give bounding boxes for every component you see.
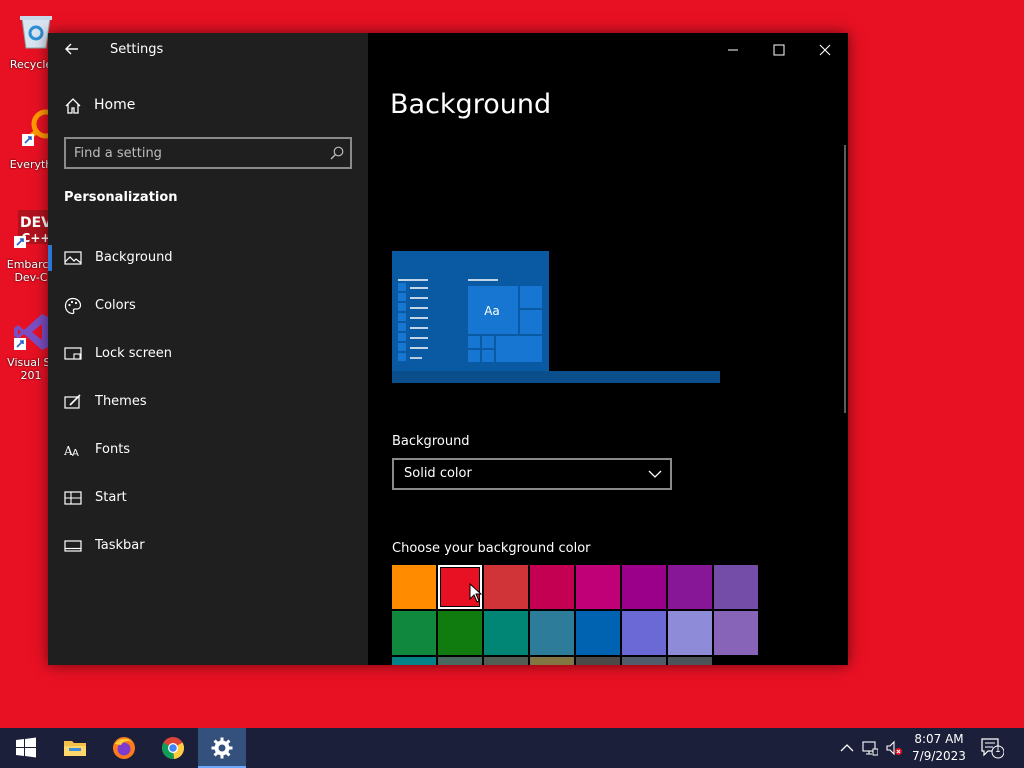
action-center-button[interactable]: 1 — [980, 737, 1004, 759]
close-icon — [819, 44, 831, 56]
sidebar-item-fonts[interactable]: A A Fonts — [48, 430, 368, 470]
page-title: Background — [390, 89, 552, 120]
search-input[interactable] — [74, 139, 314, 167]
color-swatch[interactable] — [622, 565, 666, 609]
sidebar-item-label: Themes — [95, 394, 147, 409]
clock[interactable]: 8:07 AM 7/9/2023 — [910, 731, 968, 765]
themes-icon — [64, 394, 81, 409]
settings-gear-icon — [211, 737, 233, 759]
palette-icon — [64, 297, 82, 315]
sidebar-item-label: Taskbar — [95, 538, 145, 553]
maximize-button[interactable] — [759, 39, 799, 61]
speaker-muted-icon[interactable] — [886, 740, 902, 756]
color-swatch[interactable] — [668, 611, 712, 655]
sidebar-item-label: Background — [95, 250, 173, 265]
sidebar-item-lock-screen[interactable]: Lock screen — [48, 334, 368, 374]
color-swatch[interactable] — [576, 611, 620, 655]
chrome-button[interactable] — [149, 728, 197, 768]
firefox-button[interactable] — [100, 728, 148, 768]
color-swatch[interactable] — [530, 657, 574, 665]
back-arrow-icon[interactable] — [64, 41, 80, 57]
settings-taskbar-button[interactable] — [198, 728, 246, 768]
background-type-dropdown[interactable]: Solid color — [392, 458, 672, 490]
color-swatch[interactable] — [484, 565, 528, 609]
clock-time: 8:07 AM — [914, 732, 964, 746]
color-swatch[interactable] — [438, 611, 482, 655]
color-swatch[interactable] — [484, 657, 528, 665]
start-button[interactable] — [0, 728, 48, 768]
sidebar: Settings Home Personalization Background — [48, 33, 368, 665]
color-swatch[interactable] — [438, 657, 482, 665]
sidebar-item-label: Start — [95, 490, 127, 505]
color-swatch[interactable] — [714, 565, 758, 609]
color-swatch[interactable] — [668, 565, 712, 609]
windows-logo-icon — [16, 737, 36, 758]
chevron-up-icon[interactable] — [839, 740, 855, 756]
picture-icon — [64, 251, 82, 265]
background-label: Background — [392, 434, 470, 449]
lock-screen-icon — [64, 347, 82, 360]
sidebar-item-start[interactable]: Start — [48, 478, 368, 518]
maximize-icon — [773, 44, 785, 56]
window-title: Settings — [110, 42, 164, 57]
home-icon — [65, 98, 81, 114]
file-explorer-button[interactable] — [50, 728, 98, 768]
firefox-icon — [113, 737, 135, 759]
desktop-preview: Aa — [392, 251, 720, 383]
taskbar-icon — [64, 540, 82, 552]
clock-date: 7/9/2023 — [912, 749, 966, 763]
color-swatch[interactable] — [484, 611, 528, 655]
color-swatch[interactable] — [622, 657, 666, 665]
color-swatch[interactable] — [714, 657, 758, 665]
minimize-icon — [728, 49, 738, 51]
chrome-icon — [161, 737, 185, 760]
color-swatch[interactable] — [714, 611, 758, 655]
settings-window: Settings Home Personalization Background — [48, 33, 848, 665]
main-content: Background Aa Background Solid color Cho… — [368, 33, 848, 665]
color-swatch[interactable] — [576, 657, 620, 665]
color-swatch[interactable] — [530, 611, 574, 655]
search-icon[interactable] — [330, 146, 344, 160]
section-title: Personalization — [64, 190, 178, 205]
scrollbar[interactable] — [844, 145, 846, 413]
color-swatch[interactable] — [392, 611, 436, 655]
preview-sample-text: Aa — [484, 304, 500, 318]
fonts-icon: A A — [64, 444, 79, 459]
mouse-cursor-icon — [469, 583, 483, 603]
color-swatch-grid — [392, 565, 760, 665]
sidebar-item-colors[interactable]: Colors — [48, 286, 368, 326]
sidebar-item-label: Fonts — [95, 442, 131, 457]
sidebar-item-taskbar[interactable]: Taskbar — [48, 526, 368, 566]
color-swatch[interactable] — [622, 611, 666, 655]
home-label: Home — [94, 97, 136, 113]
sidebar-item-label: Colors — [95, 298, 136, 313]
sidebar-item-themes[interactable]: Themes — [48, 382, 368, 422]
network-icon[interactable] — [862, 740, 878, 756]
color-picker-label: Choose your background color — [392, 541, 591, 556]
color-swatch[interactable] — [530, 565, 574, 609]
dropdown-value: Solid color — [404, 466, 472, 481]
color-swatch[interactable] — [668, 657, 712, 665]
sidebar-item-background[interactable]: Background — [48, 238, 368, 278]
color-swatch[interactable] — [392, 565, 436, 609]
search-box[interactable] — [64, 137, 352, 169]
svg-text:A: A — [72, 448, 79, 459]
close-button[interactable] — [805, 39, 845, 61]
color-swatch[interactable] — [576, 565, 620, 609]
chevron-down-icon — [648, 470, 662, 478]
notification-count: 1 — [995, 745, 1001, 755]
taskbar: 8:07 AM 7/9/2023 1 — [0, 728, 1024, 768]
start-menu-icon — [64, 491, 82, 505]
file-explorer-icon — [64, 741, 86, 756]
minimize-button[interactable] — [713, 39, 753, 61]
sidebar-item-label: Lock screen — [95, 346, 172, 361]
color-swatch[interactable] — [392, 657, 436, 665]
